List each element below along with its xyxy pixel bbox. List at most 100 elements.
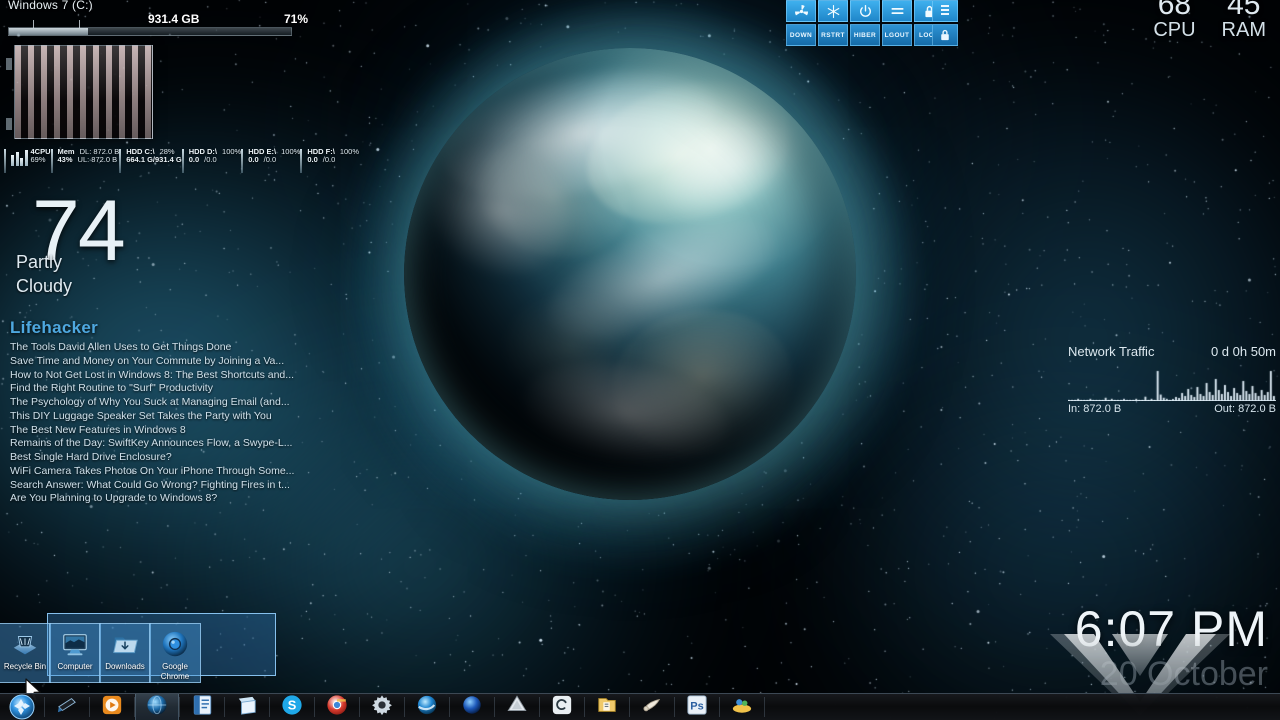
- desktop-icon-label: Downloads: [105, 662, 145, 671]
- equals-icon: [882, 0, 912, 22]
- taskbar-item-sphere[interactable]: [450, 694, 494, 720]
- taskbar-item-chrome[interactable]: [315, 694, 359, 720]
- rss-item-list: The Tools David Allen Uses to Get Things…: [10, 341, 296, 506]
- chrome-icon: [150, 628, 200, 660]
- blue-sphere-icon: [461, 694, 483, 720]
- desktop-icon-computer[interactable]: Computer: [49, 623, 101, 683]
- recycle-bin-icon: [0, 628, 50, 660]
- visualizer-nub: [6, 118, 12, 130]
- taskbar-item-unity[interactable]: [495, 694, 539, 720]
- taskbar-item-ie[interactable]: [405, 694, 449, 720]
- power-button-label: DOWN: [789, 31, 813, 39]
- rss-item[interactable]: Best Single Hard Drive Enclosure?: [10, 451, 296, 465]
- scroll-icon: [641, 695, 663, 720]
- rss-item[interactable]: The Best New Features in Windows 8: [10, 424, 296, 438]
- sysmon-hdd-f: HDD F:\ 100% 0.0/0.0: [300, 147, 359, 174]
- power-button-logout[interactable]: LGOUT: [882, 0, 912, 46]
- rss-item[interactable]: Remains of the Day: SwiftKey Announces F…: [10, 437, 296, 451]
- sysmon-value: /0.0: [204, 155, 217, 165]
- taskbar-item-settings[interactable]: [360, 694, 404, 720]
- svg-text:Ps: Ps: [690, 700, 703, 712]
- desktop-icon-recycle-bin[interactable]: Recycle Bin: [0, 623, 51, 683]
- power-button-shutdown[interactable]: DOWN: [786, 0, 816, 46]
- rss-item[interactable]: Find the Right Routine to "Surf" Product…: [10, 382, 296, 396]
- taskbar-item-winrar[interactable]: [585, 694, 629, 720]
- internet-explorer-icon: [416, 694, 438, 720]
- sysmon-label: 664.1 G/931.4 G: [126, 155, 182, 165]
- ram-gauge-label: RAM: [1221, 19, 1266, 41]
- audio-visualizer-panel[interactable]: [14, 45, 153, 139]
- pen-icon: [56, 695, 78, 720]
- photoshop-icon: Ps: [686, 694, 708, 720]
- clock-time: 6:07 PM: [1074, 601, 1268, 657]
- lock-bars-icon: [932, 0, 958, 22]
- taskbar-item-skype[interactable]: S: [270, 694, 314, 720]
- network-uptime: 0 d 0h 50m: [1210, 344, 1276, 359]
- taskbar-item-media-player[interactable]: [90, 694, 134, 720]
- taskbar-item-messenger[interactable]: [720, 694, 764, 720]
- winrar-icon: [596, 694, 618, 720]
- sysmon-label: 43%: [57, 155, 73, 165]
- disk-usage-widget[interactable]: Windows 7 (C:) 931.4 GB 71%: [8, 0, 308, 36]
- chrome-icon: [326, 694, 348, 720]
- disk-capacity: 931.4 GB: [148, 12, 200, 26]
- earth-planet: [348, 2, 912, 568]
- sysmon-value: /0.0: [263, 155, 277, 165]
- skype-icon: S: [281, 694, 303, 720]
- power-button-hibernate[interactable]: HIBER: [850, 0, 880, 46]
- rss-item[interactable]: Are You Planning to Upgrade to Windows 8…: [10, 492, 296, 506]
- desktop-clock: 6:07 PM 20 October: [1075, 604, 1268, 693]
- cpu-core-bars: [11, 148, 28, 166]
- power-control-panel: DOWN RSTRT HIBER LGOUT LOCK: [786, 0, 944, 46]
- sysmon-label: 0.0: [248, 155, 259, 165]
- rss-item[interactable]: The Psychology of Why You Suck at Managi…: [10, 396, 296, 410]
- cpu-gauge: 68 CPU: [1153, 0, 1195, 41]
- network-in-label: In: 872.0 B: [1068, 403, 1122, 415]
- start-button[interactable]: [0, 694, 44, 720]
- power-button-restart[interactable]: RSTRT: [818, 0, 848, 46]
- taskbar-item-browser[interactable]: [135, 694, 179, 720]
- spiral-icon: [551, 694, 573, 720]
- sysmon-hdd-d: HDD D:\ 100% 0.0/0.0: [181, 147, 241, 174]
- weather-condition-line1: Partly: [16, 252, 63, 272]
- system-monitor-bar[interactable]: 4CPU 69% Mem DL: 872.0 B 43% UL: 872.0 B HDD C…: [4, 147, 364, 174]
- cpu-gauge-value: 68: [1157, 0, 1192, 21]
- taskbar-item-word[interactable]: [180, 694, 224, 720]
- network-out-label: Out: 872.0 B: [1214, 403, 1276, 415]
- taskbar-item-scroll[interactable]: [630, 694, 674, 720]
- rss-item[interactable]: Save Time and Money on Your Commute by J…: [10, 355, 296, 369]
- sysmon-memory: Mem DL: 872.0 B 43% UL: 872.0 B: [50, 147, 119, 174]
- taskbar-item-notepad[interactable]: [225, 694, 269, 720]
- rss-item[interactable]: Search Answer: What Could Go Wrong? Figh…: [10, 479, 296, 493]
- sysmon-value: /0.0: [322, 155, 336, 165]
- taskbar-item-explorer-pen[interactable]: [45, 694, 89, 720]
- weather-condition-line2: Cloudy: [16, 276, 73, 297]
- rss-feed-widget[interactable]: Lifehacker The Tools David Allen Uses to…: [10, 318, 296, 506]
- snowflake-icon: [818, 0, 848, 22]
- sysmon-value: 69%: [30, 155, 46, 165]
- power-button-label-wrap: DOWN: [786, 24, 816, 46]
- desktop-icon-label: Computer: [57, 662, 93, 671]
- network-traffic-widget[interactable]: Network Traffic 0 d 0h 50m In: 872.0 B O…: [1068, 344, 1276, 415]
- desktop-icon-downloads-folder[interactable]: Downloads: [99, 623, 151, 683]
- messenger-icon: [731, 695, 753, 720]
- sidebar-lock-button[interactable]: [932, 0, 958, 46]
- rss-item[interactable]: How to Not Get Lost in Windows 8: The Be…: [10, 369, 296, 383]
- cpu-gauge-label: CPU: [1153, 19, 1196, 41]
- rss-feed-title[interactable]: Lifehacker: [10, 318, 296, 338]
- notepad-icon: [236, 695, 258, 720]
- rss-item[interactable]: The Tools David Allen Uses to Get Things…: [10, 341, 296, 355]
- clock-date: 20 October: [1099, 655, 1268, 693]
- windows-taskbar[interactable]: S Ps: [0, 693, 1280, 720]
- rss-item[interactable]: WiFi Camera Takes Photos On Your iPhone …: [10, 465, 296, 479]
- power-button-label-wrap: RSTRT: [818, 24, 848, 46]
- browser-orb-icon: [146, 694, 168, 720]
- taskbar-item-photoshop[interactable]: Ps: [675, 694, 719, 720]
- sysmon-hdd-e: HDD E:\ 100% 0.0/0.0: [241, 147, 300, 174]
- rss-item[interactable]: This DIY Luggage Speaker Set Takes the P…: [10, 410, 296, 424]
- disk-free-percent: 71%: [283, 12, 308, 26]
- taskbar-item-spiral[interactable]: [540, 694, 584, 720]
- lock-icon: [932, 24, 958, 46]
- power-button-label: HIBER: [853, 31, 877, 39]
- desktop-icon-chrome[interactable]: Google Chrome: [149, 623, 201, 683]
